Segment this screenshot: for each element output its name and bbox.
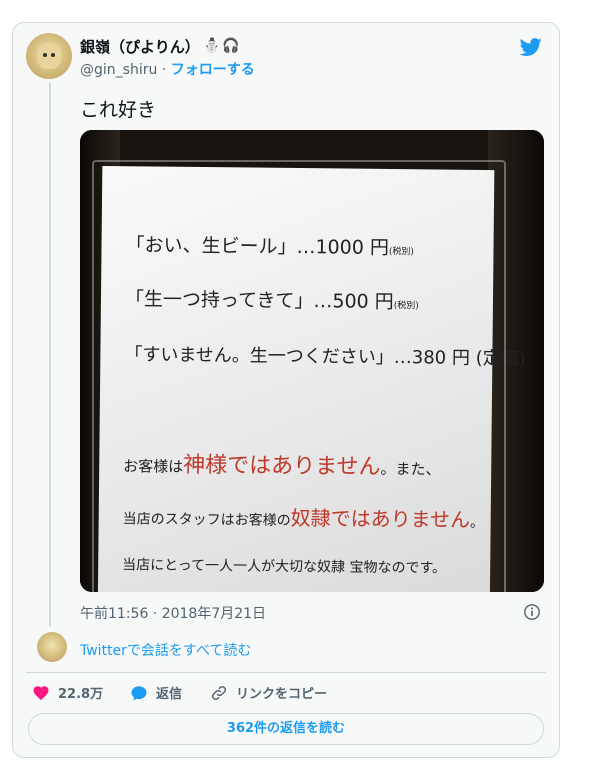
like-count: 22.8万 <box>58 687 104 702</box>
link-icon <box>211 685 227 700</box>
snowman-emoji: ⛄ <box>203 38 221 54</box>
divider <box>26 672 546 673</box>
separator: · <box>157 62 171 78</box>
heart-icon <box>33 685 49 700</box>
headphones-emoji: 🎧 <box>222 38 240 54</box>
tweet-text: これ好き <box>80 99 157 121</box>
conversation-avatar <box>37 632 67 662</box>
reply-bubble-icon <box>131 685 147 700</box>
sign-sleeve <box>92 160 506 592</box>
author-avatar[interactable] <box>26 33 72 79</box>
tweet-photo[interactable]: 「おい、生ビール」…1000 円(税別) 「生一つ持ってきて」…500 円(税別… <box>80 130 544 592</box>
copy-link-label: リンクをコピー <box>236 687 328 702</box>
read-conversation-link[interactable]: Twitterで会話をすべて読む <box>80 640 251 660</box>
reply-label: 返信 <box>156 687 183 702</box>
twitter-bird-icon[interactable] <box>518 36 544 58</box>
info-icon[interactable] <box>523 603 541 621</box>
like-action[interactable]: 22.8万 <box>32 683 103 702</box>
follow-button[interactable]: フォローする <box>171 62 255 78</box>
copy-link-action[interactable]: リンクをコピー <box>210 683 327 702</box>
read-replies-button[interactable]: 362件の返信を読む <box>28 713 544 745</box>
reply-action[interactable]: 返信 <box>130 683 182 702</box>
author-display-name[interactable]: 銀嶺（ぴよりん） <box>80 36 200 57</box>
author-handle[interactable]: @gin_shiru <box>80 62 157 78</box>
handle-row: @gin_shiru · フォローする <box>80 59 255 79</box>
thread-line <box>49 82 51 626</box>
tweet-timestamp[interactable]: 午前11:56 · 2018年7月21日 <box>80 603 266 623</box>
